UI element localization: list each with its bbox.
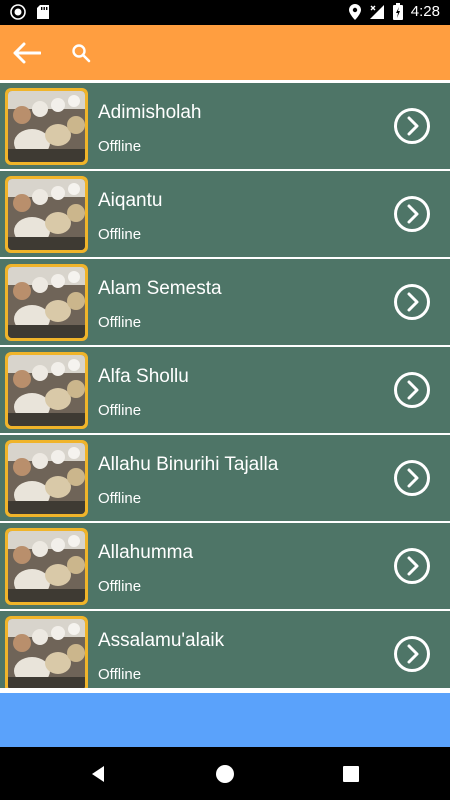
item-status: Offline xyxy=(98,314,142,331)
status-bar: 4:28 xyxy=(0,0,450,25)
search-icon xyxy=(72,44,91,63)
thumbnail-image xyxy=(5,176,88,253)
status-time: 4:28 xyxy=(410,3,440,20)
item-status: Offline xyxy=(98,578,142,595)
item-title: Adimisholah xyxy=(98,102,202,123)
search-button[interactable] xyxy=(66,38,96,68)
thumbnail-image xyxy=(5,616,88,688)
camera-icon xyxy=(10,4,26,20)
list-item[interactable]: Assalamu'alaik Offline xyxy=(0,611,450,688)
list-item[interactable]: Alfa Shollu Offline xyxy=(0,347,450,433)
arrow-back-icon xyxy=(13,42,41,64)
location-icon xyxy=(348,3,361,20)
battery-icon xyxy=(392,3,403,20)
item-status: Offline xyxy=(98,138,142,155)
home-circle-icon xyxy=(216,765,234,783)
back-button[interactable] xyxy=(10,36,44,70)
chevron-right-circle-icon[interactable] xyxy=(393,195,431,233)
list-item[interactable]: Allahu Binurihi Tajalla Offline xyxy=(0,435,450,521)
nav-back-button[interactable] xyxy=(86,762,110,786)
item-title: Allahumma xyxy=(98,542,194,563)
song-list: Adimisholah Offline Aiqantu Offline Alam… xyxy=(0,80,450,688)
thumbnail-image xyxy=(5,88,88,165)
chevron-right-circle-icon[interactable] xyxy=(393,371,431,409)
item-title: Alfa Shollu xyxy=(98,366,189,387)
screen: 4:28 Adimisholah Offline Aiqantu Offline… xyxy=(0,0,450,800)
item-status: Offline xyxy=(98,490,142,507)
recents-square-icon xyxy=(343,766,359,782)
signal-icon xyxy=(369,4,384,19)
app-bar xyxy=(0,25,450,80)
chevron-right-circle-icon[interactable] xyxy=(393,283,431,321)
item-title: Aiqantu xyxy=(98,190,163,211)
item-title: Assalamu'alaik xyxy=(98,630,225,651)
status-right-icons: 4:28 xyxy=(348,3,440,20)
item-status: Offline xyxy=(98,226,142,243)
back-triangle-icon xyxy=(92,766,104,782)
chevron-right-circle-icon[interactable] xyxy=(393,459,431,497)
item-title: Alam Semesta xyxy=(98,278,222,299)
nav-recents-button[interactable] xyxy=(339,762,363,786)
thumbnail-image xyxy=(5,440,88,517)
chevron-right-circle-icon[interactable] xyxy=(393,107,431,145)
item-status: Offline xyxy=(98,402,142,419)
status-left-icons xyxy=(10,4,50,20)
thumbnail-image xyxy=(5,264,88,341)
bottom-banner[interactable] xyxy=(0,693,450,747)
item-status: Offline xyxy=(98,666,142,683)
sd-card-icon xyxy=(37,5,49,19)
navigation-bar xyxy=(0,747,450,800)
thumbnail-image xyxy=(5,352,88,429)
thumbnail-image xyxy=(5,528,88,605)
nav-home-button[interactable] xyxy=(213,762,237,786)
chevron-right-circle-icon[interactable] xyxy=(393,547,431,585)
list-item[interactable]: Adimisholah Offline xyxy=(0,83,450,169)
chevron-right-circle-icon[interactable] xyxy=(393,635,431,673)
list-item[interactable]: Allahumma Offline xyxy=(0,523,450,609)
item-title: Allahu Binurihi Tajalla xyxy=(98,454,279,475)
list-item[interactable]: Aiqantu Offline xyxy=(0,171,450,257)
list-item[interactable]: Alam Semesta Offline xyxy=(0,259,450,345)
